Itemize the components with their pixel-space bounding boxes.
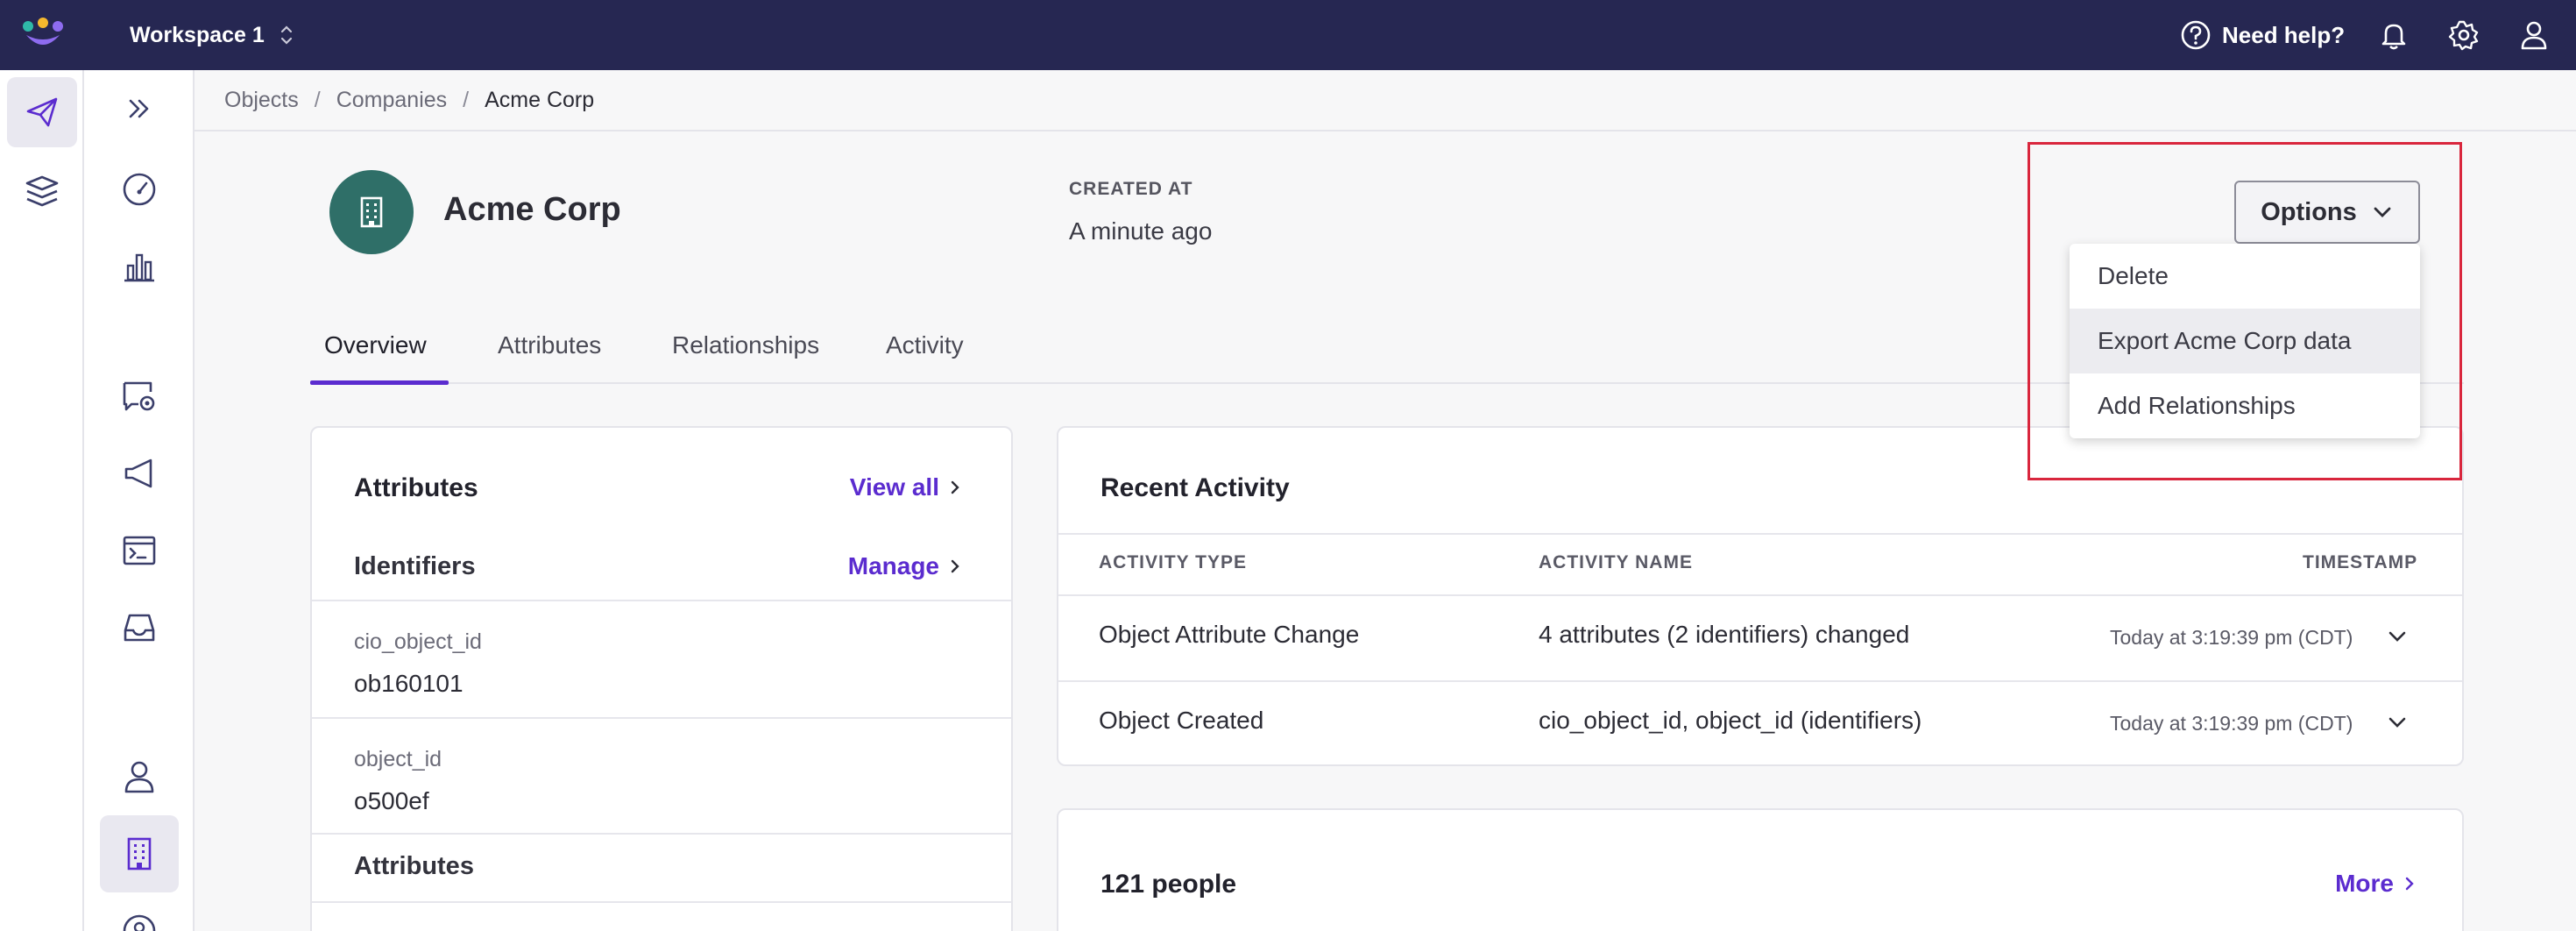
tab-activity[interactable]: Activity — [886, 331, 964, 359]
view-all-label: View all — [849, 473, 939, 501]
recent-activity-title: Recent Activity — [1100, 473, 1290, 502]
nav-messages[interactable] — [100, 358, 179, 435]
workspace-name: Workspace 1 — [130, 22, 265, 47]
column-header-activity-type: ACTIVITY TYPE — [1099, 552, 1247, 572]
activity-name: 4 attributes (2 identifiers) changed — [1539, 621, 1910, 648]
nav-transactional[interactable] — [100, 512, 179, 589]
bell-icon[interactable] — [2376, 18, 2411, 53]
tab-overview[interactable]: Overview — [324, 331, 427, 359]
divider — [312, 901, 1011, 903]
layers-icon — [25, 175, 59, 207]
column-header-activity-name: ACTIVITY NAME — [1539, 552, 1693, 572]
column-header-timestamp: TIMESTAMP — [2303, 552, 2418, 572]
divider — [312, 833, 1011, 835]
manage-label: Manage — [847, 552, 939, 579]
options-menu: Delete Export Acme Corp data Add Relatio… — [2070, 244, 2420, 438]
page-title: Acme Corp — [443, 191, 621, 228]
nav-data-pipelines[interactable] — [7, 156, 77, 226]
user-icon[interactable] — [2516, 18, 2551, 53]
nav-segments[interactable] — [100, 892, 179, 931]
nav-analytics[interactable] — [100, 228, 179, 305]
attributes-card: Attributes View all Identifiers Manage c… — [310, 426, 1013, 931]
divider — [1058, 594, 2462, 596]
chevron-right-icon — [951, 480, 959, 494]
building-icon — [127, 837, 152, 871]
activity-timestamp: Today at 3:19:39 pm (CDT) — [2110, 626, 2353, 649]
secondary-nav — [84, 70, 195, 931]
nav-broadcasts[interactable] — [100, 435, 179, 512]
help-button[interactable]: Need help? — [2180, 18, 2345, 53]
breadcrumb-current: Acme Corp — [485, 87, 595, 112]
people-count-title: 121 people — [1100, 870, 1237, 899]
terminal-window-icon — [123, 536, 156, 565]
activity-timestamp: Today at 3:19:39 pm (CDT) — [2110, 712, 2353, 735]
gauge-icon — [123, 173, 156, 206]
chevron-up-down-icon — [280, 25, 292, 45]
divider — [312, 717, 1011, 719]
bar-chart-icon — [124, 253, 154, 282]
person-icon — [124, 761, 154, 793]
chevron-right-icon — [2405, 877, 2414, 891]
gear-icon[interactable] — [2446, 18, 2481, 53]
manage-link[interactable]: Manage — [848, 552, 962, 580]
field-label: cio_object_id — [354, 629, 482, 654]
options-label: Options — [2261, 197, 2357, 226]
created-at-label: CREATED AT — [1069, 179, 1193, 199]
nav-objects[interactable] — [100, 815, 179, 892]
more-label: More — [2335, 870, 2394, 897]
options-button[interactable]: Options — [2234, 181, 2420, 244]
chevron-down-icon — [2374, 207, 2391, 217]
active-tab-indicator — [310, 380, 449, 385]
attributes-section-title: Attributes — [354, 852, 474, 880]
divider — [1058, 680, 2462, 682]
field-value: o500ef — [354, 787, 429, 814]
tab-attributes[interactable]: Attributes — [498, 331, 601, 359]
breadcrumb-separator: / — [463, 87, 470, 112]
app-logo-icon[interactable] — [19, 16, 67, 54]
activity-name: cio_object_id, object_id (identifiers) — [1539, 707, 1922, 734]
breadcrumb-companies[interactable]: Companies — [336, 88, 447, 113]
chevron-right-icon — [951, 559, 959, 573]
workspace-switcher[interactable]: Workspace 1 — [130, 19, 294, 51]
activity-type: Object Created — [1099, 707, 1264, 734]
company-avatar — [329, 170, 414, 254]
breadcrumb-objects[interactable]: Objects — [224, 88, 299, 113]
menu-item-delete[interactable]: Delete — [2070, 244, 2420, 309]
expand-sidebar-button[interactable] — [100, 70, 179, 147]
view-all-link[interactable]: View all — [850, 473, 962, 501]
nav-journeys[interactable] — [7, 77, 77, 147]
nav-inbox[interactable] — [100, 589, 179, 666]
divider — [1058, 533, 2462, 535]
menu-item-export[interactable]: Export Acme Corp data — [2070, 309, 2420, 373]
nav-people[interactable] — [100, 738, 179, 815]
menu-item-add-relationships[interactable]: Add Relationships — [2070, 373, 2420, 438]
message-settings-icon — [123, 381, 155, 411]
people-card: 121 people More — [1057, 808, 2464, 931]
breadcrumb: Objects / Companies / Acme Corp — [195, 70, 2576, 131]
field-value: ob160101 — [354, 670, 464, 697]
chevrons-right-icon — [129, 99, 149, 118]
help-label: Need help? — [2222, 21, 2346, 48]
tab-relationships[interactable]: Relationships — [672, 331, 819, 359]
activity-type: Object Attribute Change — [1099, 621, 1360, 648]
chevron-down-icon[interactable] — [2385, 710, 2410, 735]
top-bar: Workspace 1 Need help? — [0, 0, 2576, 70]
primary-nav — [0, 70, 84, 931]
megaphone-icon — [124, 458, 152, 488]
created-at-value: A minute ago — [1069, 217, 1213, 245]
building-icon — [360, 196, 383, 228]
field-label: object_id — [354, 747, 442, 771]
breadcrumb-separator: / — [314, 87, 321, 112]
user-circle-icon — [123, 914, 156, 931]
divider — [312, 600, 1011, 601]
more-link[interactable]: More — [2335, 870, 2417, 898]
attributes-card-title: Attributes — [354, 473, 478, 502]
nav-dashboard[interactable] — [100, 151, 179, 228]
chevron-down-icon[interactable] — [2385, 624, 2410, 649]
inbox-icon — [124, 614, 155, 642]
paper-plane-icon — [26, 97, 58, 127]
question-circle-icon — [2181, 20, 2211, 50]
identifiers-title: Identifiers — [354, 552, 476, 580]
